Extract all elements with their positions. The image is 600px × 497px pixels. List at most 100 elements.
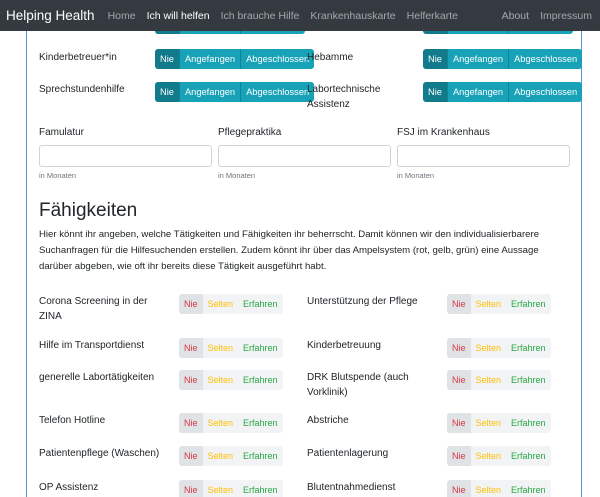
status-angefangen-button[interactable]: Angefangen <box>447 82 510 102</box>
status-angefangen-button[interactable]: Angefangen <box>179 49 242 69</box>
experience-group-blutentnahmedienst: Nie Selten Erfahren <box>447 480 551 497</box>
field-label-famulatur: Famulatur <box>39 127 85 138</box>
skills-section-title: Fähigkeiten <box>39 200 138 221</box>
experience-erfahren-button[interactable]: Erfahren <box>506 370 551 390</box>
qualification-label: Labortechnische Assistenz <box>307 84 381 110</box>
famulatur-input[interactable] <box>39 145 212 167</box>
skill-label: DRK Blutspende (auch Vorklinik) <box>307 372 409 398</box>
experience-group-patientenpflege: Nie Selten Erfahren <box>179 446 283 466</box>
skill-label: Patientenlagerung <box>307 448 389 459</box>
experience-group-labortaetigkeiten: Nie Selten Erfahren <box>179 370 283 390</box>
skill-label: Patientenpflege (Waschen) <box>39 448 160 459</box>
skill-label: Blutentnahmedienst <box>307 482 396 493</box>
field-label-pflegepraktika: Pflegepraktika <box>218 127 282 138</box>
fsj-input[interactable] <box>397 145 570 167</box>
nav-link-impressum[interactable]: Impressum <box>540 10 592 22</box>
field-hint: in Monaten <box>218 171 256 180</box>
experience-nie-button[interactable]: Nie <box>447 294 471 314</box>
status-angefangen-button[interactable]: Angefangen <box>179 82 242 102</box>
experience-selten-button[interactable]: Selten <box>471 413 507 433</box>
status-group-hebamme: Nie Angefangen Abgeschlossen <box>423 49 583 69</box>
experience-group-unterstuetzung-pflege: Nie Selten Erfahren <box>447 294 551 314</box>
status-nie-button[interactable]: Nie <box>423 49 448 69</box>
experience-selten-button[interactable]: Selten <box>203 370 239 390</box>
experience-selten-button[interactable]: Selten <box>203 413 239 433</box>
experience-erfahren-button[interactable]: Erfahren <box>506 446 551 466</box>
experience-selten-button[interactable]: Selten <box>203 480 239 497</box>
experience-selten-button[interactable]: Selten <box>471 446 507 466</box>
experience-erfahren-button[interactable]: Erfahren <box>506 413 551 433</box>
status-nie-button[interactable]: Nie <box>155 49 180 69</box>
experience-group-drk-blutspende: Nie Selten Erfahren <box>447 370 551 390</box>
qualification-label: Hebamme <box>307 52 354 63</box>
experience-nie-button[interactable]: Nie <box>179 413 203 433</box>
experience-nie-button[interactable]: Nie <box>447 338 471 358</box>
experience-nie-button[interactable]: Nie <box>179 446 203 466</box>
status-angefangen-button[interactable]: Angefangen <box>447 49 510 69</box>
nav-link-about[interactable]: About <box>502 10 529 22</box>
nav-link-home[interactable]: Home <box>108 10 136 22</box>
status-abgeschlossen-button[interactable]: Abgeschlossen <box>509 82 583 102</box>
experience-group-corona-screening: Nie Selten Erfahren <box>179 294 283 314</box>
experience-erfahren-button[interactable]: Erfahren <box>238 338 283 358</box>
nav-link-krankenhauskarte[interactable]: Krankenhauskarte <box>310 10 395 22</box>
experience-nie-button[interactable]: Nie <box>447 370 471 390</box>
navbar: Helping Health Home Ich will helfen Ich … <box>0 0 600 31</box>
skill-label: generelle Labortätigkeiten <box>39 372 155 383</box>
status-nie-button[interactable]: Nie <box>155 82 180 102</box>
experience-selten-button[interactable]: Selten <box>471 294 507 314</box>
experience-group-patientenlagerung: Nie Selten Erfahren <box>447 446 551 466</box>
experience-group-telefon-hotline: Nie Selten Erfahren <box>179 413 283 433</box>
qualification-label: Kinderbetreuer*in <box>39 52 117 63</box>
experience-group-kinderbetreuung: Nie Selten Erfahren <box>447 338 551 358</box>
nav-link-ich-will-helfen[interactable]: Ich will helfen <box>147 10 210 22</box>
experience-nie-button[interactable]: Nie <box>447 413 471 433</box>
experience-erfahren-button[interactable]: Erfahren <box>238 370 283 390</box>
experience-group-transportdienst: Nie Selten Erfahren <box>179 338 283 358</box>
experience-nie-button[interactable]: Nie <box>179 480 203 497</box>
field-label-fsj: FSJ im Krankenhaus <box>397 127 490 138</box>
experience-nie-button[interactable]: Nie <box>179 370 203 390</box>
experience-selten-button[interactable]: Selten <box>471 370 507 390</box>
skills-section-description: Hier könnt ihr angeben, welche Tätigkeit… <box>39 229 540 272</box>
status-group-kinderbetreuer: Nie Angefangen Abgeschlossen <box>155 49 315 69</box>
experience-nie-button[interactable]: Nie <box>447 480 471 497</box>
experience-group-abstriche: Nie Selten Erfahren <box>447 413 551 433</box>
experience-selten-button[interactable]: Selten <box>471 338 507 358</box>
experience-selten-button[interactable]: Selten <box>203 338 239 358</box>
experience-nie-button[interactable]: Nie <box>447 446 471 466</box>
brand-link[interactable]: Helping Health <box>6 8 95 23</box>
pflegepraktika-input[interactable] <box>218 145 391 167</box>
skill-label: Abstriche <box>307 415 349 426</box>
helper-form-card: Nie Angefangen Abgeschlossen Nie Angefan… <box>26 14 583 497</box>
experience-nie-button[interactable]: Nie <box>179 338 203 358</box>
status-group-labortechnische-assistenz: Nie Angefangen Abgeschlossen <box>423 82 583 102</box>
experience-erfahren-button[interactable]: Erfahren <box>506 338 551 358</box>
field-hint: in Monaten <box>397 171 435 180</box>
nav-link-ich-brauche-hilfe[interactable]: Ich brauche Hilfe <box>221 10 300 22</box>
skill-label: OP Assistenz <box>39 482 99 493</box>
experience-erfahren-button[interactable]: Erfahren <box>238 294 283 314</box>
experience-erfahren-button[interactable]: Erfahren <box>238 446 283 466</box>
experience-erfahren-button[interactable]: Erfahren <box>506 294 551 314</box>
status-abgeschlossen-button[interactable]: Abgeschlossen <box>241 82 315 102</box>
skill-label: Corona Screening in der ZINA <box>39 296 148 322</box>
experience-group-op-assistenz: Nie Selten Erfahren <box>179 480 283 497</box>
experience-erfahren-button[interactable]: Erfahren <box>238 413 283 433</box>
nav-link-helferkarte[interactable]: Helferkarte <box>407 10 458 22</box>
experience-selten-button[interactable]: Selten <box>203 294 239 314</box>
experience-selten-button[interactable]: Selten <box>471 480 507 497</box>
skill-label: Hilfe im Transportdienst <box>39 340 145 351</box>
skill-label: Unterstützung der Pflege <box>307 296 418 307</box>
skill-label: Telefon Hotline <box>39 415 106 426</box>
experience-nie-button[interactable]: Nie <box>179 294 203 314</box>
skill-label: Kinderbetreuung <box>307 340 381 351</box>
experience-selten-button[interactable]: Selten <box>203 446 239 466</box>
experience-erfahren-button[interactable]: Erfahren <box>238 480 283 497</box>
status-abgeschlossen-button[interactable]: Abgeschlossen <box>241 49 315 69</box>
field-hint: in Monaten <box>39 171 77 180</box>
status-group-sprechstundenhilfe: Nie Angefangen Abgeschlossen <box>155 82 315 102</box>
status-nie-button[interactable]: Nie <box>423 82 448 102</box>
experience-erfahren-button[interactable]: Erfahren <box>506 480 551 497</box>
status-abgeschlossen-button[interactable]: Abgeschlossen <box>509 49 583 69</box>
